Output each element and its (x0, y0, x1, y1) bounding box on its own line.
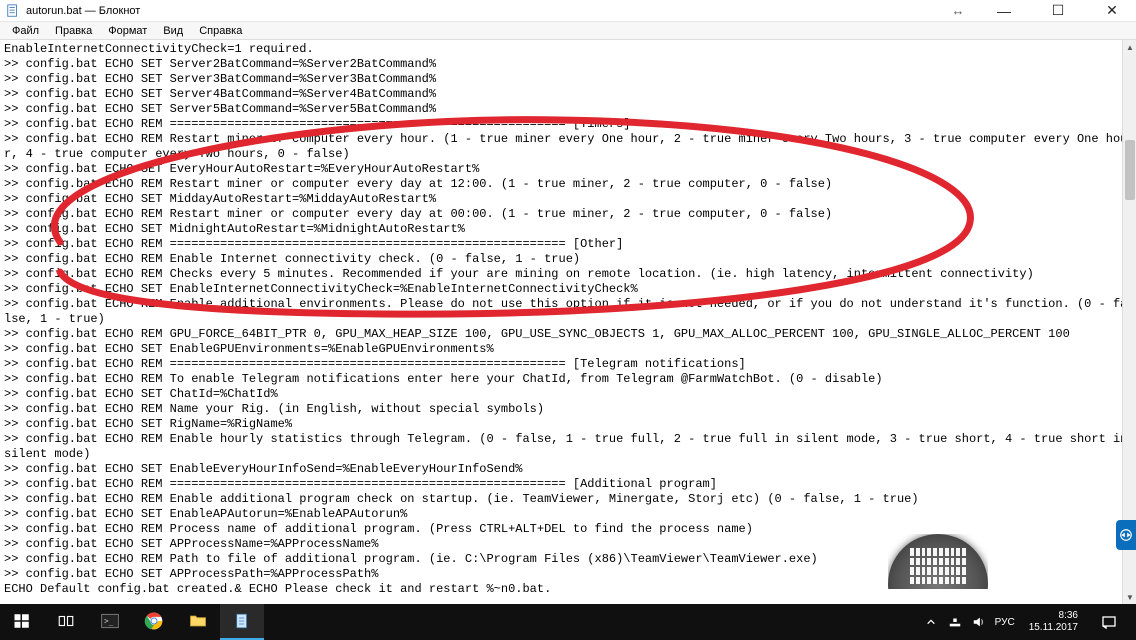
notifications-button[interactable] (1092, 604, 1126, 640)
windows-logo-icon (11, 610, 33, 632)
menu-view[interactable]: Вид (155, 24, 191, 38)
menu-help[interactable]: Справка (191, 24, 250, 38)
tray-time: 8:36 (1029, 610, 1078, 622)
taskbar-app-terminal[interactable]: >_ (88, 604, 132, 640)
menu-format[interactable]: Формат (100, 24, 155, 38)
tray-date: 15.11.2017 (1029, 622, 1078, 634)
task-view-icon (55, 610, 77, 632)
minimize-button[interactable]: ― (984, 0, 1024, 22)
terminal-icon: >_ (99, 610, 121, 632)
close-button[interactable]: ✕ (1092, 0, 1132, 22)
scroll-down-arrow-icon[interactable]: ▼ (1123, 590, 1136, 604)
folder-icon (187, 610, 209, 632)
scroll-thumb[interactable] (1125, 140, 1135, 200)
menubar: Файл Правка Формат Вид Справка (0, 22, 1136, 40)
teamviewer-dock-icon[interactable] (1116, 520, 1136, 550)
menu-edit[interactable]: Правка (47, 24, 100, 38)
notepad-app-icon (6, 4, 20, 18)
task-view-button[interactable] (44, 604, 88, 640)
tray-clock[interactable]: 8:36 15.11.2017 (1023, 610, 1084, 634)
sync-button[interactable]: ↔ (946, 0, 970, 22)
onscreen-keyboard-overlay[interactable] (878, 554, 998, 634)
taskbar-app-chrome[interactable] (132, 604, 176, 640)
keyboard-icon (910, 548, 966, 584)
editor-textarea[interactable]: EnableInternetConnectivityCheck=1 requir… (0, 40, 1136, 604)
taskbar-app-explorer[interactable] (176, 604, 220, 640)
menu-file[interactable]: Файл (4, 24, 47, 38)
notepad-icon (231, 610, 253, 632)
svg-text:>_: >_ (104, 617, 114, 626)
chrome-icon (143, 610, 165, 632)
start-button[interactable] (0, 604, 44, 640)
window-title: autorun.bat — Блокнот (26, 5, 140, 17)
taskbar-app-notepad[interactable] (220, 604, 264, 640)
scroll-up-arrow-icon[interactable]: ▲ (1123, 40, 1136, 54)
maximize-button[interactable]: ☐ (1038, 0, 1078, 22)
